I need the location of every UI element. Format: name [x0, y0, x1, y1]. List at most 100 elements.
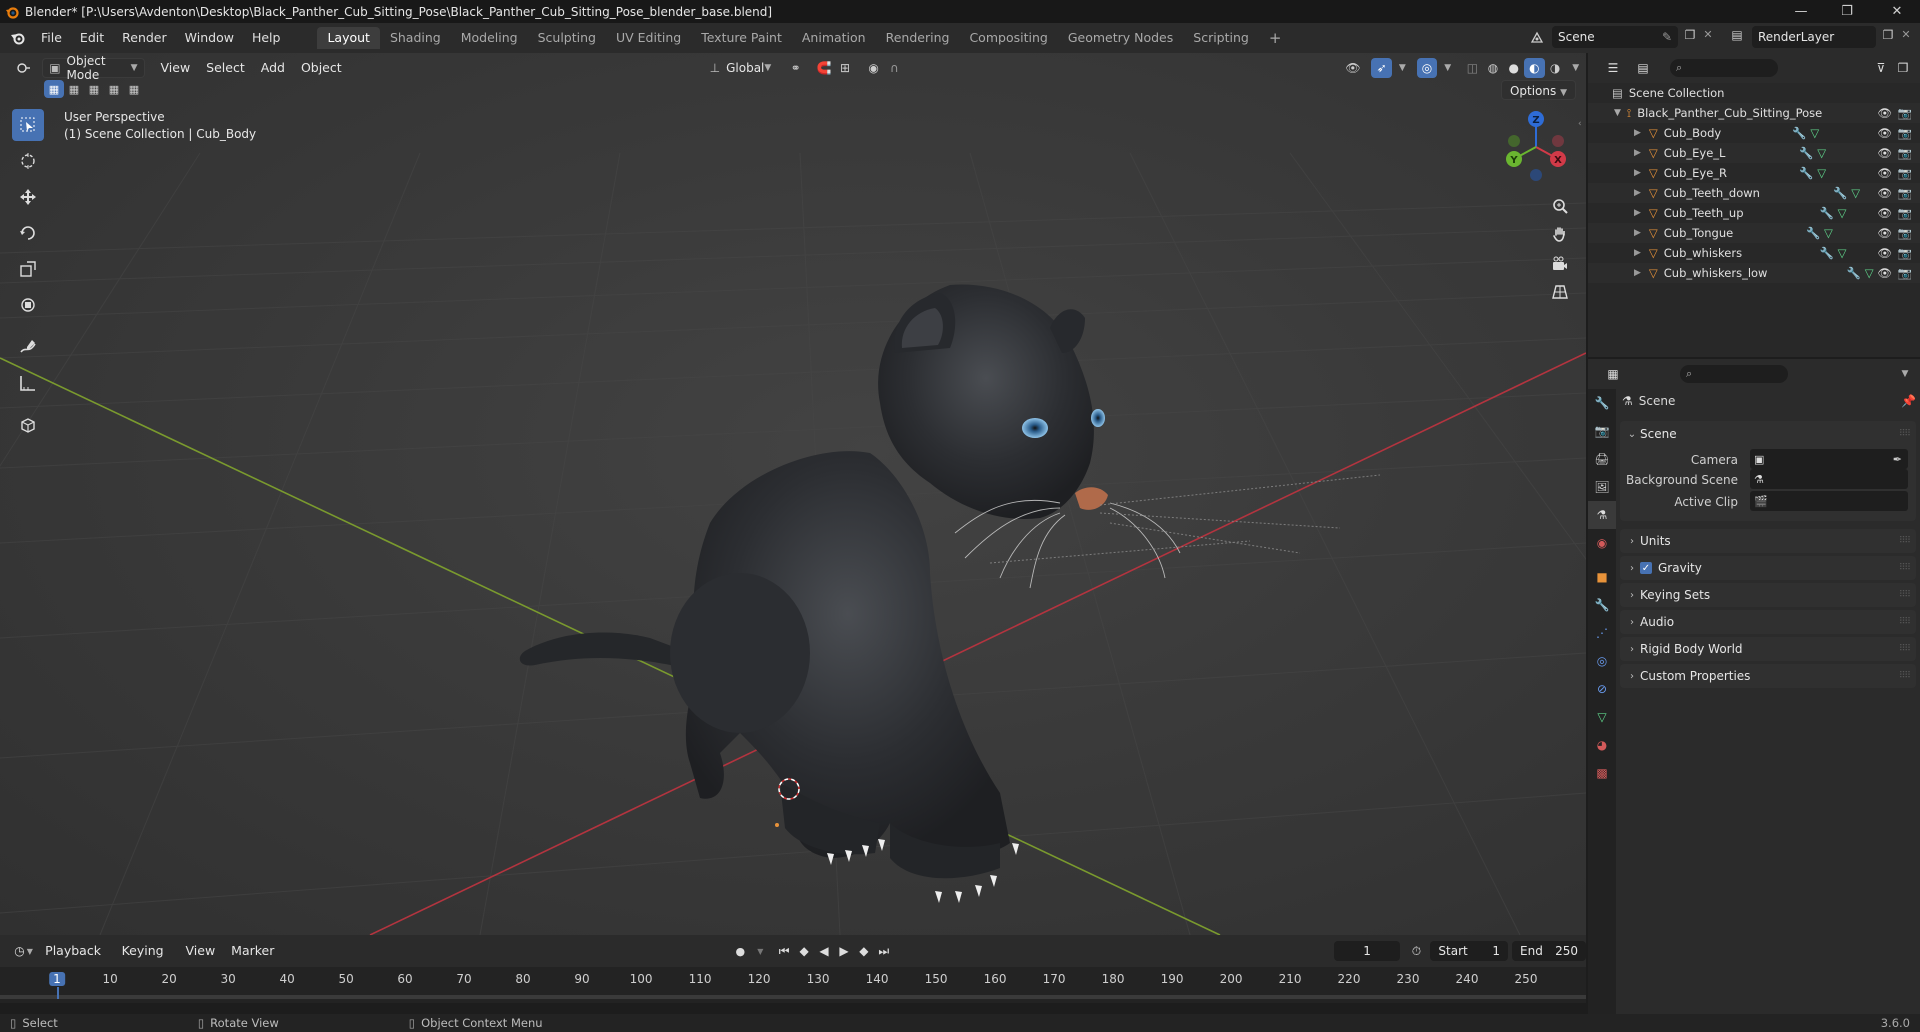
- panel-units[interactable]: › Units ⠿⠿: [1620, 529, 1916, 553]
- modifier-wrench-icon[interactable]: 🔧: [1792, 126, 1806, 140]
- measure-tool-icon[interactable]: [12, 367, 44, 399]
- visibility-eye-icon[interactable]: 👁: [1877, 226, 1892, 240]
- drag-handle-icon[interactable]: ⠿⠿: [1899, 644, 1911, 654]
- tab-shading[interactable]: Shading: [380, 27, 451, 49]
- camera-view-icon[interactable]: [1546, 251, 1574, 277]
- visibility-eye-icon[interactable]: 👁: [1877, 126, 1892, 140]
- panel-header[interactable]: › Audio ⠿⠿: [1620, 610, 1916, 634]
- expand-chevron-icon[interactable]: ▼: [1614, 108, 1621, 118]
- visibility-eye-icon[interactable]: 👁: [1877, 146, 1892, 160]
- expand-chevron-icon[interactable]: ▶: [1634, 248, 1641, 258]
- select-invert-icon[interactable]: ▦: [104, 80, 124, 98]
- render-camera-icon[interactable]: 📷: [1898, 226, 1912, 240]
- particles-tab-icon[interactable]: ⋰: [1588, 619, 1616, 647]
- panel-header[interactable]: › Custom Properties ⠿⠿: [1620, 664, 1916, 688]
- mode-dropdown[interactable]: ▣ Object Mode ▼: [42, 54, 145, 82]
- tab-geometry-nodes[interactable]: Geometry Nodes: [1058, 27, 1183, 49]
- filter-icon[interactable]: ⊽: [1870, 58, 1892, 78]
- drag-handle-icon[interactable]: ⠿⠿: [1899, 671, 1911, 681]
- panel-header[interactable]: › Units ⠿⠿: [1620, 529, 1916, 553]
- modifier-wrench-icon[interactable]: 🔧: [1799, 166, 1813, 180]
- select-extend-icon[interactable]: ▦: [64, 80, 84, 98]
- modifier-wrench-icon[interactable]: 🔧: [1847, 266, 1861, 280]
- viewport-menu-select[interactable]: Select: [198, 58, 253, 78]
- visibility-icon[interactable]: 👁: [1343, 58, 1364, 78]
- mesh-data-icon[interactable]: ▽: [1865, 266, 1874, 280]
- panel-keying-sets[interactable]: › Keying Sets ⠿⠿: [1620, 583, 1916, 607]
- zoom-icon[interactable]: [1546, 193, 1574, 219]
- new-view-layer-icon[interactable]: ❐: [1878, 28, 1898, 46]
- mesh-data-icon[interactable]: ▽: [1817, 166, 1826, 180]
- view-layer-selector[interactable]: RenderLayer: [1752, 26, 1876, 48]
- solid-shading-icon[interactable]: ●: [1503, 58, 1524, 78]
- panel-rigid-body-world[interactable]: › Rigid Body World ⠿⠿: [1620, 637, 1916, 661]
- render-camera-icon[interactable]: 📷: [1898, 246, 1912, 260]
- navigation-gizmo[interactable]: Z X Y: [1496, 107, 1576, 187]
- mesh-data-icon[interactable]: ▽: [1851, 186, 1860, 200]
- auto-keying-icon[interactable]: ●: [730, 941, 750, 961]
- preview-range-icon[interactable]: ⏱: [1406, 941, 1426, 961]
- proportional-edit-icon[interactable]: ◉: [863, 58, 884, 78]
- timeline-menu-view[interactable]: View: [178, 941, 224, 961]
- current-frame-field[interactable]: 1: [1333, 941, 1401, 961]
- play-reverse-icon[interactable]: ◀: [814, 941, 834, 961]
- drag-handle-icon[interactable]: ⠿⠿: [1899, 617, 1911, 627]
- background-scene-field[interactable]: ⚗: [1750, 469, 1908, 489]
- modifier-wrench-icon[interactable]: 🔧: [1820, 206, 1834, 220]
- delete-view-layer-icon[interactable]: ✕: [1898, 28, 1914, 46]
- physics-tab-icon[interactable]: ◎: [1588, 647, 1616, 675]
- expand-chevron-icon[interactable]: ▶: [1634, 188, 1641, 198]
- tab-compositing[interactable]: Compositing: [959, 27, 1057, 49]
- outliner-collection[interactable]: ▼ ⟟ Black_Panther_Cub_Sitting_Pose 👁 📷: [1588, 103, 1920, 123]
- select-new-icon[interactable]: ▦: [44, 80, 64, 98]
- visibility-eye-icon[interactable]: 👁: [1877, 206, 1892, 220]
- snap-icon[interactable]: 🧲: [814, 58, 835, 78]
- display-mode-icon[interactable]: ▤: [1628, 58, 1658, 78]
- data-tab-icon[interactable]: ▽: [1588, 703, 1616, 731]
- panel-header[interactable]: › ✓ Gravity ⠿⠿: [1620, 556, 1916, 580]
- visibility-eye-icon[interactable]: 👁: [1877, 106, 1892, 120]
- playhead-line[interactable]: [57, 987, 59, 999]
- end-frame-field[interactable]: End 250: [1512, 941, 1586, 961]
- modifier-wrench-icon[interactable]: 🔧: [1806, 226, 1820, 240]
- mesh-data-icon[interactable]: ▽: [1838, 206, 1847, 220]
- outliner-editor-type-icon[interactable]: ☰: [1598, 58, 1628, 78]
- mesh-data-icon[interactable]: ▽: [1810, 126, 1819, 140]
- outliner-object-row[interactable]: ▶ ▽ Cub_whiskers 🔧 ▽ 👁 📷: [1588, 243, 1920, 263]
- modifier-wrench-icon[interactable]: 🔧: [1820, 246, 1834, 260]
- shading-dropdown-icon[interactable]: ▼: [1565, 58, 1586, 78]
- expand-chevron-icon[interactable]: ▶: [1634, 228, 1641, 238]
- texture-tab-icon[interactable]: ▩: [1588, 759, 1616, 787]
- sidebar-toggle-icon[interactable]: ‹: [1578, 119, 1582, 129]
- eyedropper-icon[interactable]: ✒: [1893, 453, 1902, 466]
- menu-file[interactable]: File: [32, 27, 71, 49]
- frame-ruler[interactable]: 1 10 20 30 40 50 60 70 80 90 100 110 120 130 140 150 160…: [0, 967, 1586, 1003]
- expand-chevron-icon[interactable]: ▶: [1634, 268, 1641, 278]
- viewport-menu-view[interactable]: View: [153, 58, 199, 78]
- new-scene-icon[interactable]: ❐: [1680, 28, 1700, 46]
- panel-custom-properties[interactable]: › Custom Properties ⠿⠿: [1620, 664, 1916, 688]
- move-tool-icon[interactable]: [12, 181, 44, 213]
- expand-chevron-icon[interactable]: ▶: [1634, 148, 1641, 158]
- tab-rendering[interactable]: Rendering: [876, 27, 960, 49]
- play-icon[interactable]: ▶: [834, 941, 854, 961]
- add-workspace-button[interactable]: +: [1259, 27, 1292, 49]
- render-camera-icon[interactable]: 📷: [1898, 126, 1912, 140]
- menu-edit[interactable]: Edit: [71, 27, 113, 49]
- cursor-tool-icon[interactable]: [12, 145, 44, 177]
- overlays-toggle-icon[interactable]: ◎: [1416, 57, 1438, 78]
- start-frame-field[interactable]: Start 1: [1430, 941, 1508, 961]
- render-tab-icon[interactable]: 📷: [1588, 417, 1616, 445]
- pan-hand-icon[interactable]: [1546, 221, 1574, 247]
- visibility-eye-icon[interactable]: 👁: [1877, 266, 1892, 280]
- mesh-data-icon[interactable]: ▽: [1838, 246, 1847, 260]
- tab-sculpting[interactable]: Sculpting: [528, 27, 606, 49]
- menu-render[interactable]: Render: [113, 27, 176, 49]
- outliner-object-row[interactable]: ▶ ▽ Cub_Teeth_down 🔧 ▽ 👁 📷: [1588, 183, 1920, 203]
- jump-start-icon[interactable]: ⏮: [774, 941, 794, 961]
- rotate-tool-icon[interactable]: [12, 217, 44, 249]
- close-button[interactable]: ✕: [1874, 0, 1920, 23]
- minimize-button[interactable]: —: [1778, 0, 1824, 23]
- delete-scene-icon[interactable]: ✕: [1700, 28, 1716, 46]
- active-clip-field[interactable]: 🎬: [1750, 491, 1908, 511]
